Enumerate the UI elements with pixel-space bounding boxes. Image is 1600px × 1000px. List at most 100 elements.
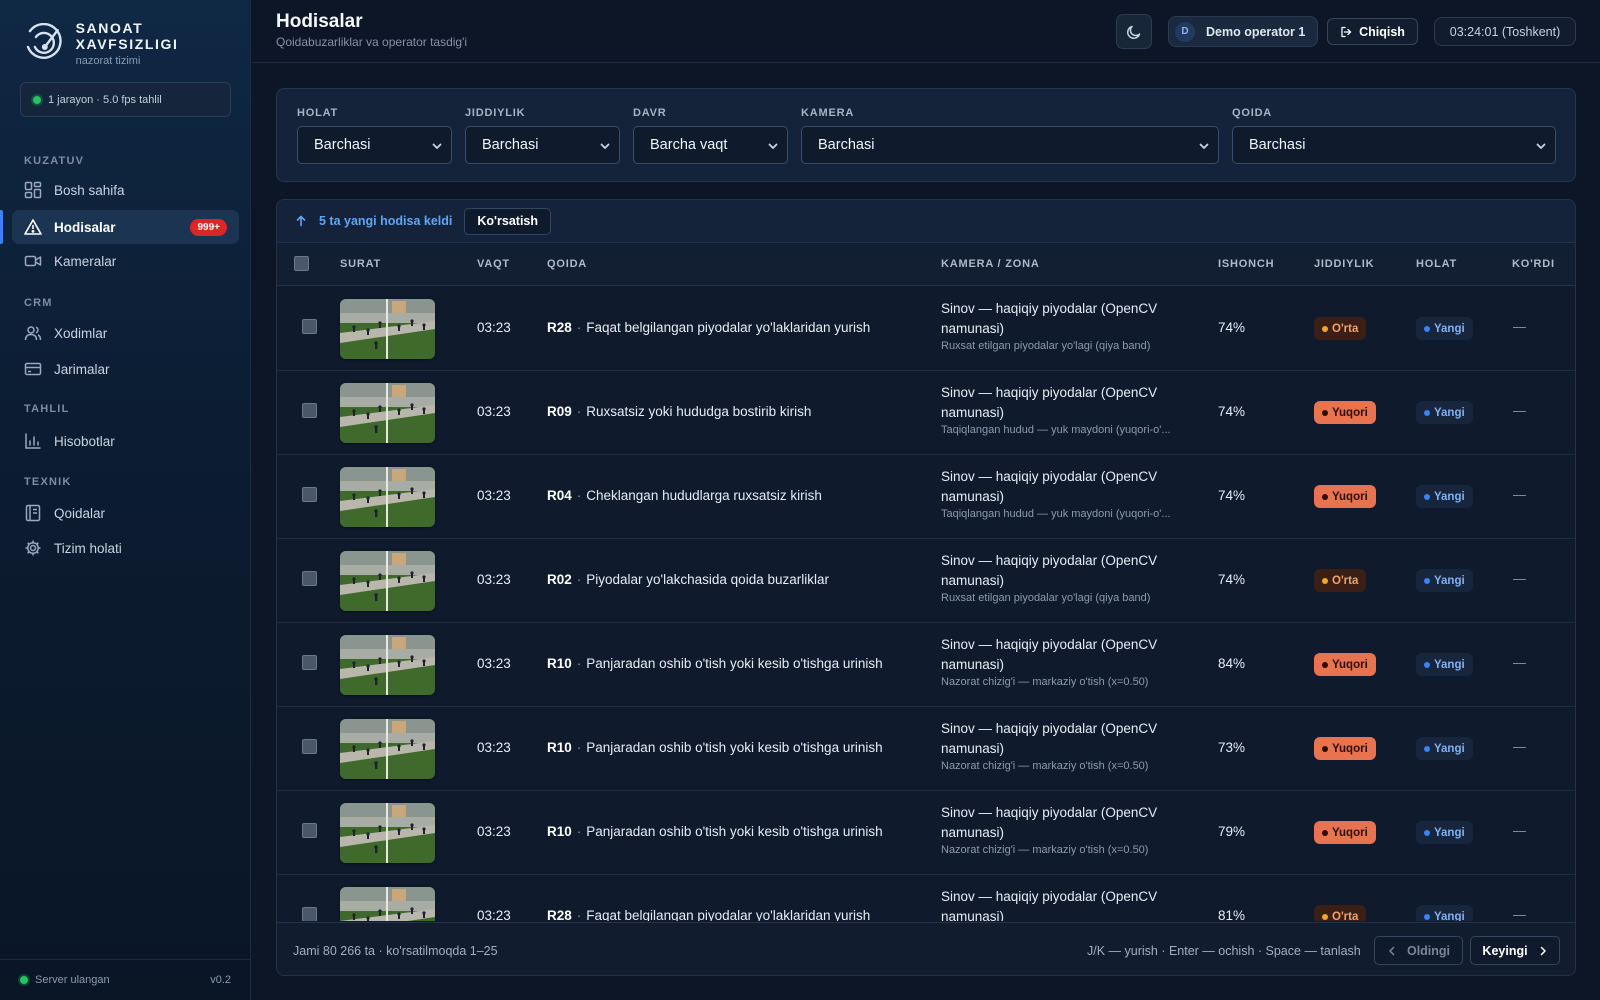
severity-label: O'rta — [1332, 322, 1359, 335]
stream-status-text: 1 jarayon · 5.0 fps tahlil — [48, 93, 162, 106]
incident-rule: R28 · Faqat belgilangan piyodalar yo'lakla… — [547, 908, 870, 921]
table-row[interactable]: 03:23 R10 · Panjaradan oshib o'tish yoki k… — [277, 706, 1575, 791]
column-time[interactable]: VAQT — [477, 258, 510, 270]
severity-dot-icon — [1322, 745, 1328, 752]
incident-thumbnail[interactable] — [340, 719, 435, 779]
table-row[interactable]: 03:23 R10 · Panjaradan oshib o'tish yoki k… — [277, 622, 1575, 707]
severity-badge: Yuqori — [1314, 401, 1376, 424]
avatar: D — [1175, 21, 1195, 42]
severity-dot-icon — [1322, 913, 1328, 920]
incident-thumbnail[interactable] — [340, 887, 435, 921]
status-label: Yangi — [1434, 322, 1465, 335]
table-row[interactable]: 03:23 R28 · Faqat belgilangan piyodalar yo… — [277, 874, 1575, 921]
show-new-button[interactable]: Ko'rsatish — [464, 207, 552, 235]
incident-thumbnail[interactable] — [340, 803, 435, 863]
column-confidence[interactable]: ISHONCH — [1218, 258, 1274, 270]
table-row[interactable]: 03:23 R10 · Panjaradan oshib o'tish yoki k… — [277, 790, 1575, 875]
row-checkbox[interactable] — [302, 403, 317, 418]
viewed-by: — — [1513, 487, 1526, 502]
sidebar-item-incidents[interactable]: Hodisalar 999+ — [12, 210, 239, 244]
row-checkbox[interactable] — [302, 655, 317, 670]
sidebar-item-home[interactable]: Bosh sahifa — [12, 173, 239, 207]
camera-name: Sinov — haqiqiy piyodalar (OpenCV namuna… — [941, 721, 1158, 756]
sidebar-item-fines[interactable]: Jarimalar — [12, 352, 239, 386]
bar-chart-icon — [25, 433, 41, 449]
status-select[interactable]: Barchasi — [297, 126, 452, 164]
next-page-button[interactable]: Keyingi — [1470, 936, 1560, 965]
active-indicator — [0, 210, 3, 244]
column-severity[interactable]: JIDDIYLIK — [1314, 258, 1374, 270]
rule-select[interactable]: Barchasi — [1232, 126, 1556, 164]
incident-thumbnail[interactable] — [340, 467, 435, 527]
column-viewed[interactable]: KO'RDI — [1512, 258, 1555, 270]
table-row[interactable]: 03:23 R04 · Cheklangan hududlarga ruxsatsi… — [277, 454, 1575, 539]
total-count: Jami 80 266 ta · ko'rsatilmoqda 1–25 — [293, 944, 498, 958]
credit-card-icon — [24, 362, 42, 376]
status-label: Yangi — [1434, 490, 1465, 503]
confidence-value: 79% — [1218, 824, 1246, 839]
rule-name: Cheklangan hududlarga ruxsatsiz kirish — [586, 488, 822, 503]
filter-camera: KAMERA Barchasi — [801, 107, 1219, 164]
rule-code: R02 — [547, 572, 572, 587]
row-checkbox[interactable] — [302, 823, 317, 838]
viewed-by: — — [1513, 319, 1526, 334]
severity-dot-icon — [1322, 829, 1328, 836]
column-status[interactable]: HOLAT — [1416, 258, 1457, 270]
incident-rule: R02 · Piyodalar yo'lakchasida qoida buzarl… — [547, 572, 829, 587]
table-row[interactable]: 03:23 R28 · Faqat belgilangan piyodalar yo… — [277, 286, 1575, 371]
row-checkbox[interactable] — [302, 319, 317, 334]
row-checkbox[interactable] — [302, 739, 317, 754]
sidebar-item-label: Kameralar — [54, 253, 117, 269]
severity-select[interactable]: Barchasi — [465, 126, 620, 164]
sidebar-item-label: Tizim holati — [54, 540, 122, 556]
page-subtitle: Qoidabuzarliklar va operator tasdig'i — [276, 35, 468, 49]
sidebar-item-system[interactable]: Tizim holati — [12, 531, 239, 565]
table-row[interactable]: 03:23 R02 · Piyodalar yo'lakchasida qoida … — [277, 538, 1575, 623]
rule-separator: · — [576, 824, 582, 839]
logout-label: Chiqish — [1359, 24, 1405, 39]
status-badge: Yangi — [1416, 569, 1473, 592]
status-dot-icon — [1424, 577, 1430, 584]
incident-thumbnail[interactable] — [340, 635, 435, 695]
warning-icon — [24, 219, 42, 235]
arrow-up-icon — [296, 215, 306, 227]
rule-separator: · — [576, 320, 582, 335]
camera-name: Sinov — haqiqiy piyodalar (OpenCV namuna… — [941, 301, 1158, 336]
logout-button[interactable]: Chiqish — [1327, 18, 1418, 45]
camera-select[interactable]: Barchasi — [801, 126, 1219, 164]
viewed-by: — — [1513, 907, 1526, 921]
sidebar-item-reports[interactable]: Hisobotlar — [12, 424, 239, 458]
incident-thumbnail[interactable] — [340, 299, 435, 359]
section-crm: CRM — [24, 297, 53, 309]
new-incidents-text: 5 ta yangi hodisa keldi — [319, 214, 453, 228]
column-camera-zone[interactable]: KAMERA / ZONA — [941, 258, 1040, 270]
user-menu[interactable]: D Demo operator 1 — [1168, 16, 1318, 47]
row-checkbox[interactable] — [302, 907, 317, 921]
row-checkbox[interactable] — [302, 487, 317, 502]
period-select[interactable]: Barcha vaqt — [633, 126, 788, 164]
brand[interactable]: SANOAT XAVFSIZLIGI nazorat tizimi — [24, 20, 250, 67]
incident-thumbnail[interactable] — [340, 551, 435, 611]
table-row[interactable]: 03:23 R09 · Ruxsatsiz yoki hududga bostiri… — [277, 370, 1575, 455]
table-header: SURAT VAQT QOIDA KAMERA / ZONA ISHONCH J… — [277, 243, 1575, 286]
rule-name: Ruxsatsiz yoki hududga bostirib kirish — [586, 404, 812, 419]
severity-badge: Yuqori — [1314, 821, 1376, 844]
select-all-checkbox[interactable] — [294, 256, 309, 271]
row-checkbox[interactable] — [302, 571, 317, 586]
column-rule[interactable]: QOIDA — [547, 258, 587, 270]
sidebar-item-rules[interactable]: Qoidalar — [12, 496, 239, 530]
viewed-by: — — [1513, 655, 1526, 670]
prev-page-button[interactable]: Oldingi — [1374, 936, 1463, 965]
sidebar-item-label: Hodisalar — [54, 219, 116, 235]
theme-toggle-button[interactable] — [1116, 14, 1152, 49]
rulebook-icon — [25, 504, 41, 522]
sidebar-item-cameras[interactable]: Kameralar — [12, 244, 239, 278]
incident-rule: R10 · Panjaradan oshib o'tish yoki kesib o… — [547, 824, 883, 839]
camera-zone: Taqiqlangan hudud — yuk maydoni (yuqori-… — [941, 508, 1171, 520]
rule-code: R10 — [547, 656, 572, 671]
rule-separator: · — [576, 740, 582, 755]
sidebar-item-employees[interactable]: Xodimlar — [12, 316, 239, 350]
column-image[interactable]: SURAT — [340, 258, 381, 270]
incident-thumbnail[interactable] — [340, 383, 435, 443]
viewed-by: — — [1513, 823, 1526, 838]
